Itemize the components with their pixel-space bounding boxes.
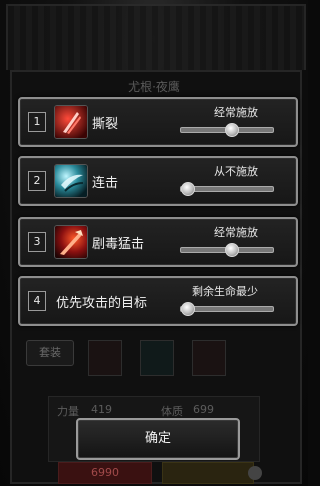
confirm-button[interactable]: 确定 <box>76 418 240 460</box>
combo-strike-icon <box>54 164 88 198</box>
cast-frequency-slider[interactable] <box>180 243 274 257</box>
gold-counter: 6990 <box>58 462 152 484</box>
cast-frequency-slider[interactable] <box>180 123 274 137</box>
strength-label: 力量 <box>57 405 79 418</box>
resource-counter <box>162 462 254 484</box>
row-number: 1 <box>28 112 46 132</box>
target-priority-row[interactable]: 4 优先攻击的目标 剩余生命最少 <box>18 276 298 326</box>
header-ornament <box>6 4 306 70</box>
row-number: 3 <box>28 232 46 252</box>
skill-name: 剧毒猛击 <box>92 237 145 252</box>
strength-value: 419 <box>91 403 112 416</box>
constitution-value: 699 <box>193 403 214 416</box>
skill-setting-row-3[interactable]: 3 剧毒猛击 经常施放 <box>18 217 298 267</box>
target-priority-slider[interactable] <box>180 302 274 316</box>
skill-setting-row-2[interactable]: 2 连击 从不施放 <box>18 156 298 206</box>
slider-knob[interactable] <box>181 182 195 196</box>
slider-knob[interactable] <box>225 243 239 257</box>
slider-knob[interactable] <box>181 302 195 316</box>
row-number: 2 <box>28 171 46 191</box>
skill-setting-row-1[interactable]: 1 撕裂 经常施放 <box>18 97 298 147</box>
skill-name: 撕裂 <box>92 117 119 132</box>
skill-slot-3 <box>192 340 226 376</box>
skill-slot-2 <box>140 340 174 376</box>
orb-icon <box>248 466 262 480</box>
row-number: 4 <box>28 291 46 311</box>
cast-mode-label: 经常施放 <box>214 226 258 239</box>
cast-frequency-slider[interactable] <box>180 182 274 196</box>
target-priority-label: 优先攻击的目标 <box>56 296 148 311</box>
constitution-label: 体质 <box>161 405 183 418</box>
slider-knob[interactable] <box>225 123 239 137</box>
rend-skill-icon <box>54 105 88 139</box>
set-button: 套装 <box>26 340 74 366</box>
skill-name: 连击 <box>92 176 119 191</box>
hero-name: 尤根·夜鹰 <box>128 80 180 94</box>
venom-strike-icon <box>54 225 88 259</box>
skill-slot-1 <box>88 340 122 376</box>
cast-mode-label: 经常施放 <box>214 106 258 119</box>
target-mode-label: 剩余生命最少 <box>192 285 258 298</box>
cast-mode-label: 从不施放 <box>214 165 258 178</box>
